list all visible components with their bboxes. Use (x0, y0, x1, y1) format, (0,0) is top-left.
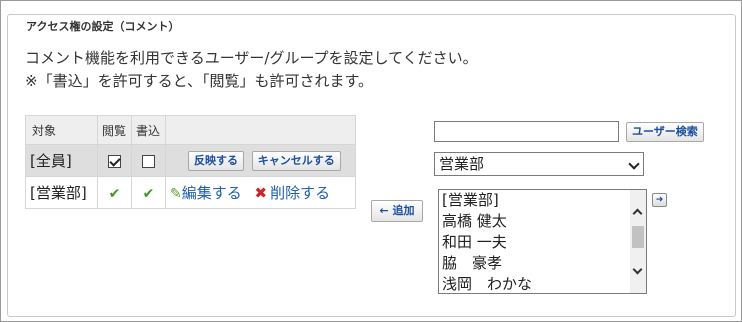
list-item[interactable]: [営業部] (439, 190, 646, 211)
x-icon: ✖ (254, 184, 268, 202)
group-select-value: 営業部 (439, 155, 485, 173)
list-item[interactable]: 高橋 健太 (439, 211, 646, 232)
table-header-row: 対象 閲覧 書込 (25, 115, 356, 145)
view-checkbox[interactable] (108, 154, 121, 168)
header-actions (165, 115, 356, 145)
window: アクセス権の設定（コメント） コメント機能を利用できるユーザー/グループを設定し… (0, 0, 742, 322)
scroll-down-icon[interactable] (632, 264, 643, 275)
user-search-button[interactable]: ユーザー検索 (626, 122, 704, 142)
delete-link[interactable]: 削除する (270, 184, 330, 202)
edit-link[interactable]: 編集する (182, 184, 242, 202)
scroll-up-icon[interactable] (632, 208, 643, 219)
header-view: 閲覧 (97, 115, 132, 145)
listbox-scrollbar[interactable] (630, 190, 646, 293)
list-item[interactable]: 浅岡 わかな (439, 274, 646, 293)
row-target: [営業部] (25, 176, 98, 209)
row-target: [全員] (25, 144, 98, 177)
list-item[interactable]: 和田 一夫 (439, 232, 646, 253)
member-listbox[interactable]: [営業部] 高橋 健太 和田 一夫 脇 豪孝 浅岡 わかな (438, 189, 647, 294)
panel-legend: アクセス権の設定（コメント） (22, 19, 184, 35)
header-write: 書込 (131, 115, 166, 145)
pencil-icon: ✎ (170, 186, 182, 202)
description-line-1: コメント機能を利用できるユーザー/グループを設定してください。 (25, 49, 478, 67)
scroll-thumb[interactable] (632, 226, 644, 248)
check-icon: ✔ (142, 185, 155, 202)
chevron-down-icon (628, 158, 640, 170)
header-target: 対象 (25, 115, 98, 145)
permission-table: 対象 閲覧 書込 [全員] 反映する キャンセルする [営業部] ✔ ✔ ✎編集… (25, 115, 356, 209)
add-button[interactable]: ← 追加 (371, 200, 423, 222)
apply-button[interactable]: 反映する (188, 150, 244, 171)
cancel-button[interactable]: キャンセルする (251, 150, 341, 171)
arrow-right-icon[interactable]: ➜ (652, 193, 667, 207)
group-select[interactable]: 営業部 (434, 152, 644, 176)
user-search-input[interactable] (434, 121, 619, 142)
check-icon: ✔ (108, 185, 121, 202)
write-checkbox[interactable] (142, 154, 155, 168)
table-row-all: [全員] 反映する キャンセルする (25, 144, 356, 177)
description-line-2: ※「書込」を許可すると、「閲覧」も許可されます。 (25, 72, 373, 90)
list-item[interactable]: 脇 豪孝 (439, 253, 646, 274)
table-row-sales: [営業部] ✔ ✔ ✎編集する ✖ 削除する (25, 176, 356, 209)
